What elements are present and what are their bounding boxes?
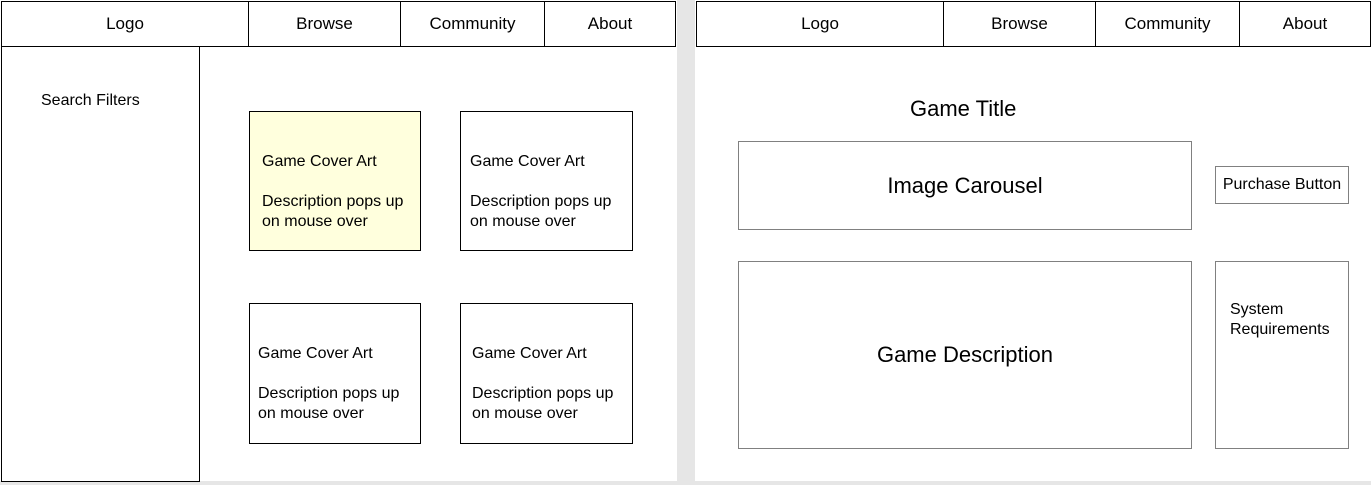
- image-carousel[interactable]: Image Carousel: [738, 141, 1192, 230]
- game-cover-art-label: Game Cover Art: [470, 153, 585, 170]
- game-cover-art-label: Game Cover Art: [258, 345, 373, 362]
- purchase-button[interactable]: Purchase Button: [1215, 166, 1349, 204]
- card-description: Description pops up on mouse over: [262, 193, 404, 230]
- right-page: Logo Browse Community About Game Title I…: [695, 0, 1371, 481]
- card-description: Description pops up on mouse over: [258, 385, 400, 422]
- left-page: Logo Browse Community About Search Filte…: [0, 0, 677, 482]
- game-card[interactable]: Game Cover Art Description pops up on mo…: [460, 111, 633, 251]
- game-card[interactable]: Game Cover Art Description pops up on mo…: [249, 303, 421, 444]
- search-filters-label: Search Filters: [41, 92, 140, 109]
- game-card[interactable]: Game Cover Art Description pops up on mo…: [460, 303, 633, 444]
- game-title: Game Title: [910, 96, 1017, 121]
- game-description: Game Description: [738, 261, 1192, 449]
- nav-community[interactable]: Community: [1095, 1, 1240, 47]
- nav-about[interactable]: About: [1239, 1, 1371, 47]
- nav-community[interactable]: Community: [400, 1, 545, 47]
- card-description: Description pops up on mouse over: [472, 385, 614, 422]
- nav-browse[interactable]: Browse: [248, 1, 401, 47]
- nav-about[interactable]: About: [544, 1, 676, 47]
- nav-browse[interactable]: Browse: [943, 1, 1096, 47]
- card-description: Description pops up on mouse over: [470, 193, 612, 230]
- nav-logo[interactable]: Logo: [1, 1, 249, 47]
- search-filters-sidebar[interactable]: Search Filters: [1, 46, 200, 482]
- game-cover-art-label: Game Cover Art: [262, 153, 377, 170]
- game-cover-art-label: Game Cover Art: [472, 345, 587, 362]
- game-card[interactable]: Game Cover Art Description pops up on mo…: [249, 111, 421, 251]
- nav-logo[interactable]: Logo: [696, 1, 944, 47]
- system-requirements: System Requirements: [1215, 261, 1349, 449]
